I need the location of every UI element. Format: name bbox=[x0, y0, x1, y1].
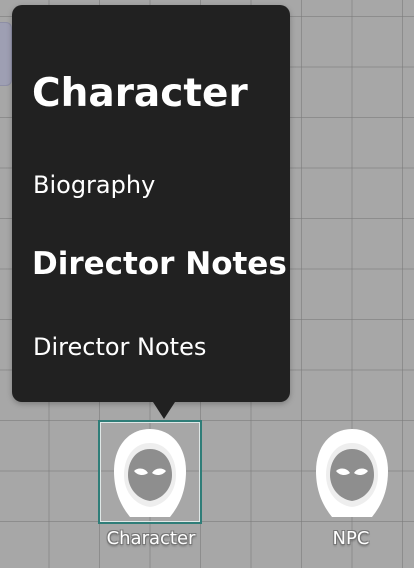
side-panel-tab[interactable] bbox=[0, 22, 12, 86]
token-npc[interactable] bbox=[300, 420, 404, 524]
popup-title: Character bbox=[32, 71, 248, 116]
token-character[interactable] bbox=[98, 420, 202, 524]
popup-item-biography[interactable]: Biography bbox=[33, 171, 155, 199]
popup-item-director-notes-heading[interactable]: Director Notes bbox=[32, 246, 287, 282]
hooded-figure-icon bbox=[114, 429, 186, 517]
context-popup: Character Biography Director Notes Direc… bbox=[12, 5, 290, 419]
token-label-npc: NPC bbox=[332, 528, 370, 549]
popup-pointer bbox=[153, 402, 175, 419]
popup-item-director-notes[interactable]: Director Notes bbox=[33, 333, 206, 361]
token-label-character: Character bbox=[106, 528, 196, 549]
hooded-figure-icon bbox=[316, 429, 388, 517]
